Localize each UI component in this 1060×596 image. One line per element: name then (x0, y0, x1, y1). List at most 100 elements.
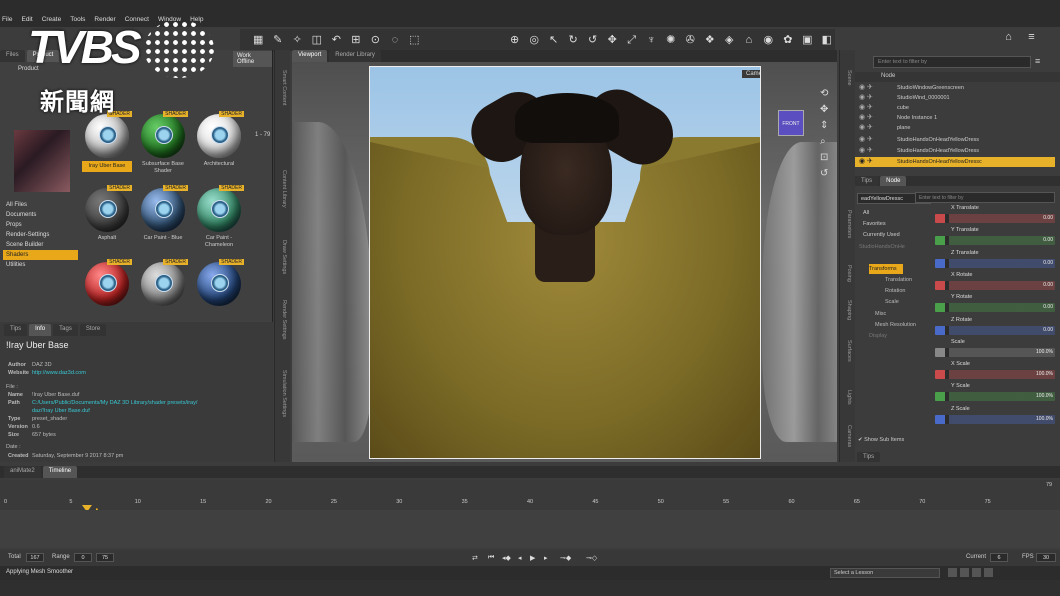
eye-icon[interactable]: ◉ ✈ (859, 157, 873, 167)
tree-node-selected[interactable]: Transforms (869, 264, 903, 274)
camera-select[interactable]: Camera 2 (742, 70, 760, 78)
surface-icon[interactable]: ❖ (702, 32, 719, 49)
side-tab[interactable]: Parameters (842, 210, 852, 238)
select-arrow-icon[interactable]: ↖ (545, 32, 562, 49)
category-item[interactable]: Utilities (3, 260, 78, 270)
info-website-link[interactable]: http://www.daz3d.com (32, 370, 86, 376)
parameter-slider[interactable]: Y Rotate 0.00 (935, 294, 1057, 316)
asset-tile[interactable]: SHADER Car Paint - Blue (138, 184, 188, 252)
slider-track[interactable] (935, 258, 1055, 268)
product-preview-image[interactable] (14, 130, 70, 192)
tab-timeline[interactable]: Timeline (42, 466, 78, 478)
category-item[interactable]: All Files (3, 200, 78, 210)
iray-icon[interactable]: ◧ (819, 32, 836, 49)
side-tab[interactable]: Lights (842, 390, 852, 405)
scene-node-row[interactable]: ◉ ✈ StudioWindowGreenscreen (855, 83, 1055, 93)
active-pose-icon[interactable]: ↺ (584, 32, 601, 49)
lesson-prev-icon[interactable] (948, 568, 957, 577)
parameter-slider[interactable]: Z Translate 0.00 (935, 250, 1057, 272)
side-tab[interactable]: Content Library (277, 170, 287, 208)
menu-file[interactable]: File (2, 16, 12, 23)
slider-value[interactable]: 100.0% (1036, 348, 1053, 357)
loop-icon[interactable]: ⇄ (472, 554, 478, 562)
home-icon[interactable]: ⌂ (1000, 29, 1017, 46)
side-tab[interactable]: Posing (842, 265, 852, 282)
lesson-stop-icon[interactable] (984, 568, 993, 577)
reset-icon[interactable]: ↺ (820, 168, 832, 180)
joint-editor-icon[interactable]: ✇ (682, 32, 699, 49)
tab-info[interactable]: Info (29, 324, 52, 336)
asset-tile[interactable]: SHADER Subsurface Base Shader (138, 110, 188, 178)
render-settings-icon[interactable]: ▣ (799, 32, 816, 49)
side-tab[interactable]: Cameras (842, 425, 852, 447)
parameter-slider[interactable]: X Scale 100.0% (935, 361, 1057, 383)
slider-value[interactable]: 0.00 (1043, 214, 1053, 223)
slider-value[interactable]: 0.00 (1043, 259, 1053, 268)
add-key-icon[interactable]: ⊸◆ (560, 554, 571, 562)
side-tab[interactable]: Simulation Settings (277, 370, 287, 417)
parameter-slider[interactable]: Scale 100.0% (935, 339, 1057, 361)
universal-tool-icon[interactable]: ⊕ (506, 32, 523, 49)
magic-icon[interactable]: ✧ (289, 32, 306, 49)
param-search-input[interactable]: Enter text to filter by (915, 192, 1055, 203)
slider-track[interactable] (935, 280, 1055, 290)
spot-render-icon[interactable]: ◉ (760, 32, 777, 49)
current-frame-field[interactable]: 6 (990, 553, 1008, 562)
dolly-icon[interactable]: ⇕ (820, 120, 832, 132)
tree-node[interactable]: Translation (885, 275, 912, 285)
translate-icon[interactable]: ✥ (604, 32, 621, 49)
scene-node-row[interactable]: ◉ ✈ StudioHandsOnHeadYellowDress (855, 146, 1055, 156)
tab-tips[interactable]: Tips (857, 452, 881, 462)
scale-icon[interactable]: ⤢ (623, 32, 640, 49)
tab-tags[interactable]: Tags (53, 324, 78, 336)
param-category[interactable]: Favorites (859, 219, 931, 229)
tab-viewport[interactable]: Viewport (292, 50, 328, 62)
slider-value[interactable]: 100.0% (1036, 370, 1053, 379)
side-tab[interactable]: Surfaces (842, 340, 852, 362)
tree-node[interactable]: Rotation (885, 286, 906, 296)
tree-node[interactable]: Scale (885, 297, 899, 307)
undo-icon[interactable]: ↶ (328, 32, 345, 49)
side-tab[interactable]: Shaping (842, 300, 852, 320)
slider-track[interactable] (935, 303, 1055, 313)
zoom-icon[interactable]: ⌕ (820, 136, 832, 148)
play-icon[interactable]: ▶ (530, 554, 535, 562)
asset-tile[interactable]: SHADER (138, 258, 188, 326)
tree-node[interactable]: Mesh Resolution (875, 320, 916, 330)
scene-node-row-selected[interactable]: ◉ ✈ StudioHandsOnHeadYellowDressc (855, 157, 1055, 167)
lasso-icon[interactable]: ◌ (387, 32, 404, 49)
scene-node-row[interactable]: ◉ ✈ plane (855, 123, 1055, 133)
next-frame-icon[interactable]: ▸ (544, 554, 548, 562)
lesson-select[interactable]: Select a Lesson (830, 568, 940, 578)
render-preview[interactable]: Camera 2 (369, 66, 761, 459)
lesson-play-icon[interactable] (960, 568, 969, 577)
range-end-field[interactable]: 75 (96, 553, 114, 562)
geometry-icon[interactable]: ◈ (721, 32, 738, 49)
3d-scene[interactable]: Camera 2 FRONT ⟲ ✥ ⇕ ⌕ ⊡ ↺ (292, 62, 837, 462)
category-item[interactable]: Scene Builder (3, 240, 78, 250)
asset-tile[interactable]: SHADER Architectural (194, 110, 244, 178)
first-frame-icon[interactable]: ⏮ (488, 554, 494, 562)
eye-icon[interactable]: ◉ ✈ (859, 103, 873, 113)
range-start-field[interactable]: 0 (74, 553, 92, 562)
pose-icon[interactable]: ♆ (643, 32, 660, 49)
param-category[interactable]: Currently Used (859, 230, 931, 240)
prev-key-icon[interactable]: ◂◆ (502, 554, 511, 562)
info-path-link[interactable]: C:/Users/Public/Documents/My DAZ 3D Libr… (32, 400, 197, 406)
slider-track[interactable] (935, 325, 1055, 335)
scene-node-row[interactable]: ◉ ✈ Node Instance 1 (855, 113, 1055, 123)
parameter-slider[interactable]: Y Translate 0.00 (935, 227, 1057, 249)
rotate-icon[interactable]: ↻ (565, 32, 582, 49)
orbit-icon[interactable]: ⟲ (820, 88, 832, 100)
parameter-slider[interactable]: Z Scale 100.0% (935, 406, 1057, 428)
remove-key-icon[interactable]: ⊸◇ (586, 554, 597, 562)
asset-tile[interactable]: SHADER Iray Uber Base (82, 110, 132, 178)
tab-tips[interactable]: Tips (4, 324, 28, 336)
slider-value[interactable]: 0.00 (1043, 281, 1053, 290)
new-scene-icon[interactable]: ▦ (250, 32, 267, 49)
eye-icon[interactable]: ◉ ✈ (859, 123, 873, 133)
side-tab[interactable]: Draw Settings (277, 240, 287, 274)
tree-node[interactable]: Display (869, 331, 887, 341)
slider-track[interactable] (935, 214, 1055, 223)
timeline-track[interactable] (0, 510, 1060, 548)
